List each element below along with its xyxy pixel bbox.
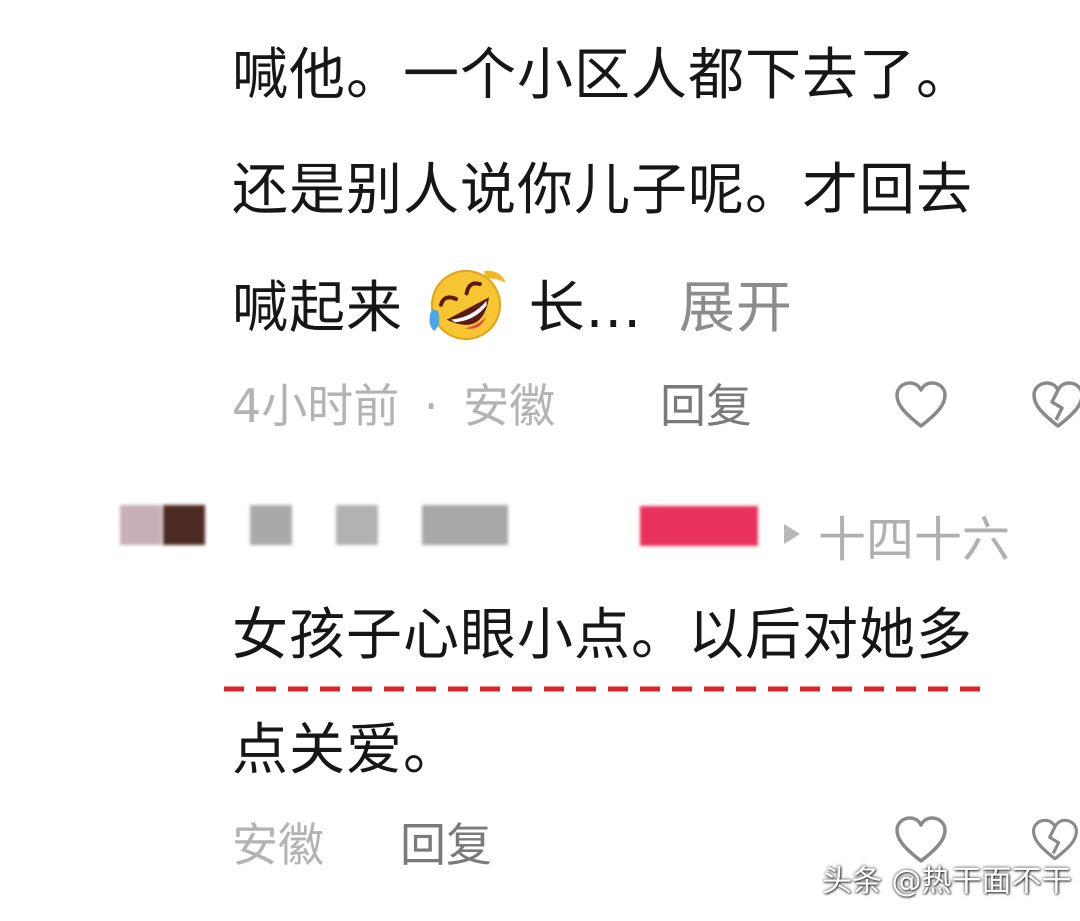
comment-2-text-line-1: 女孩子心眼小点。以后对她多 — [232, 603, 973, 668]
avatar-dark — [163, 505, 205, 545]
rofl-emoji — [429, 270, 506, 340]
broken-heart-icon[interactable] — [1030, 815, 1080, 865]
comment-2-text-line-2: 点关爱。 — [232, 718, 460, 783]
comment-1-meta: 4小时前 · 安徽 — [232, 376, 555, 436]
comment-1-text-line-3: 喊起来 长... 展开 — [232, 265, 793, 345]
triangle-right-icon — [784, 524, 800, 544]
comment-1-reply-button[interactable]: 回复 — [660, 376, 752, 436]
author-badge — [640, 506, 758, 546]
avatar[interactable] — [120, 505, 162, 545]
heart-outline-icon[interactable] — [893, 815, 949, 865]
watermark: 头条 @热干面不干 — [822, 864, 1072, 899]
comment-2-location: 安徽 — [232, 818, 324, 872]
comment-1-time: 4小时前 — [232, 379, 400, 433]
comment-2-reply-button[interactable]: 回复 — [400, 815, 492, 875]
broken-heart-icon[interactable] — [1030, 380, 1080, 430]
comment-1-text-line-2: 还是别人说你儿子呢。才回去 — [232, 158, 973, 223]
comment-1-text-line-1: 喊他。一个小区人都下去了。 — [232, 43, 973, 108]
username-blur-3 — [422, 505, 508, 545]
username-blur-1 — [250, 505, 292, 545]
comment-1-location: 安徽 — [463, 379, 556, 433]
red-dashed-underline — [224, 686, 980, 692]
reply-to-username[interactable]: 十四十六 — [818, 510, 1010, 570]
heart-outline-icon[interactable] — [893, 380, 949, 430]
username-blur-2 — [336, 505, 378, 545]
expand-button[interactable]: 展开 — [679, 276, 793, 341]
comment-1-truncated-text: 长... — [528, 276, 643, 341]
comment-1-text-line-3-body: 喊起来 — [232, 276, 403, 341]
meta-separator: · — [423, 379, 439, 433]
